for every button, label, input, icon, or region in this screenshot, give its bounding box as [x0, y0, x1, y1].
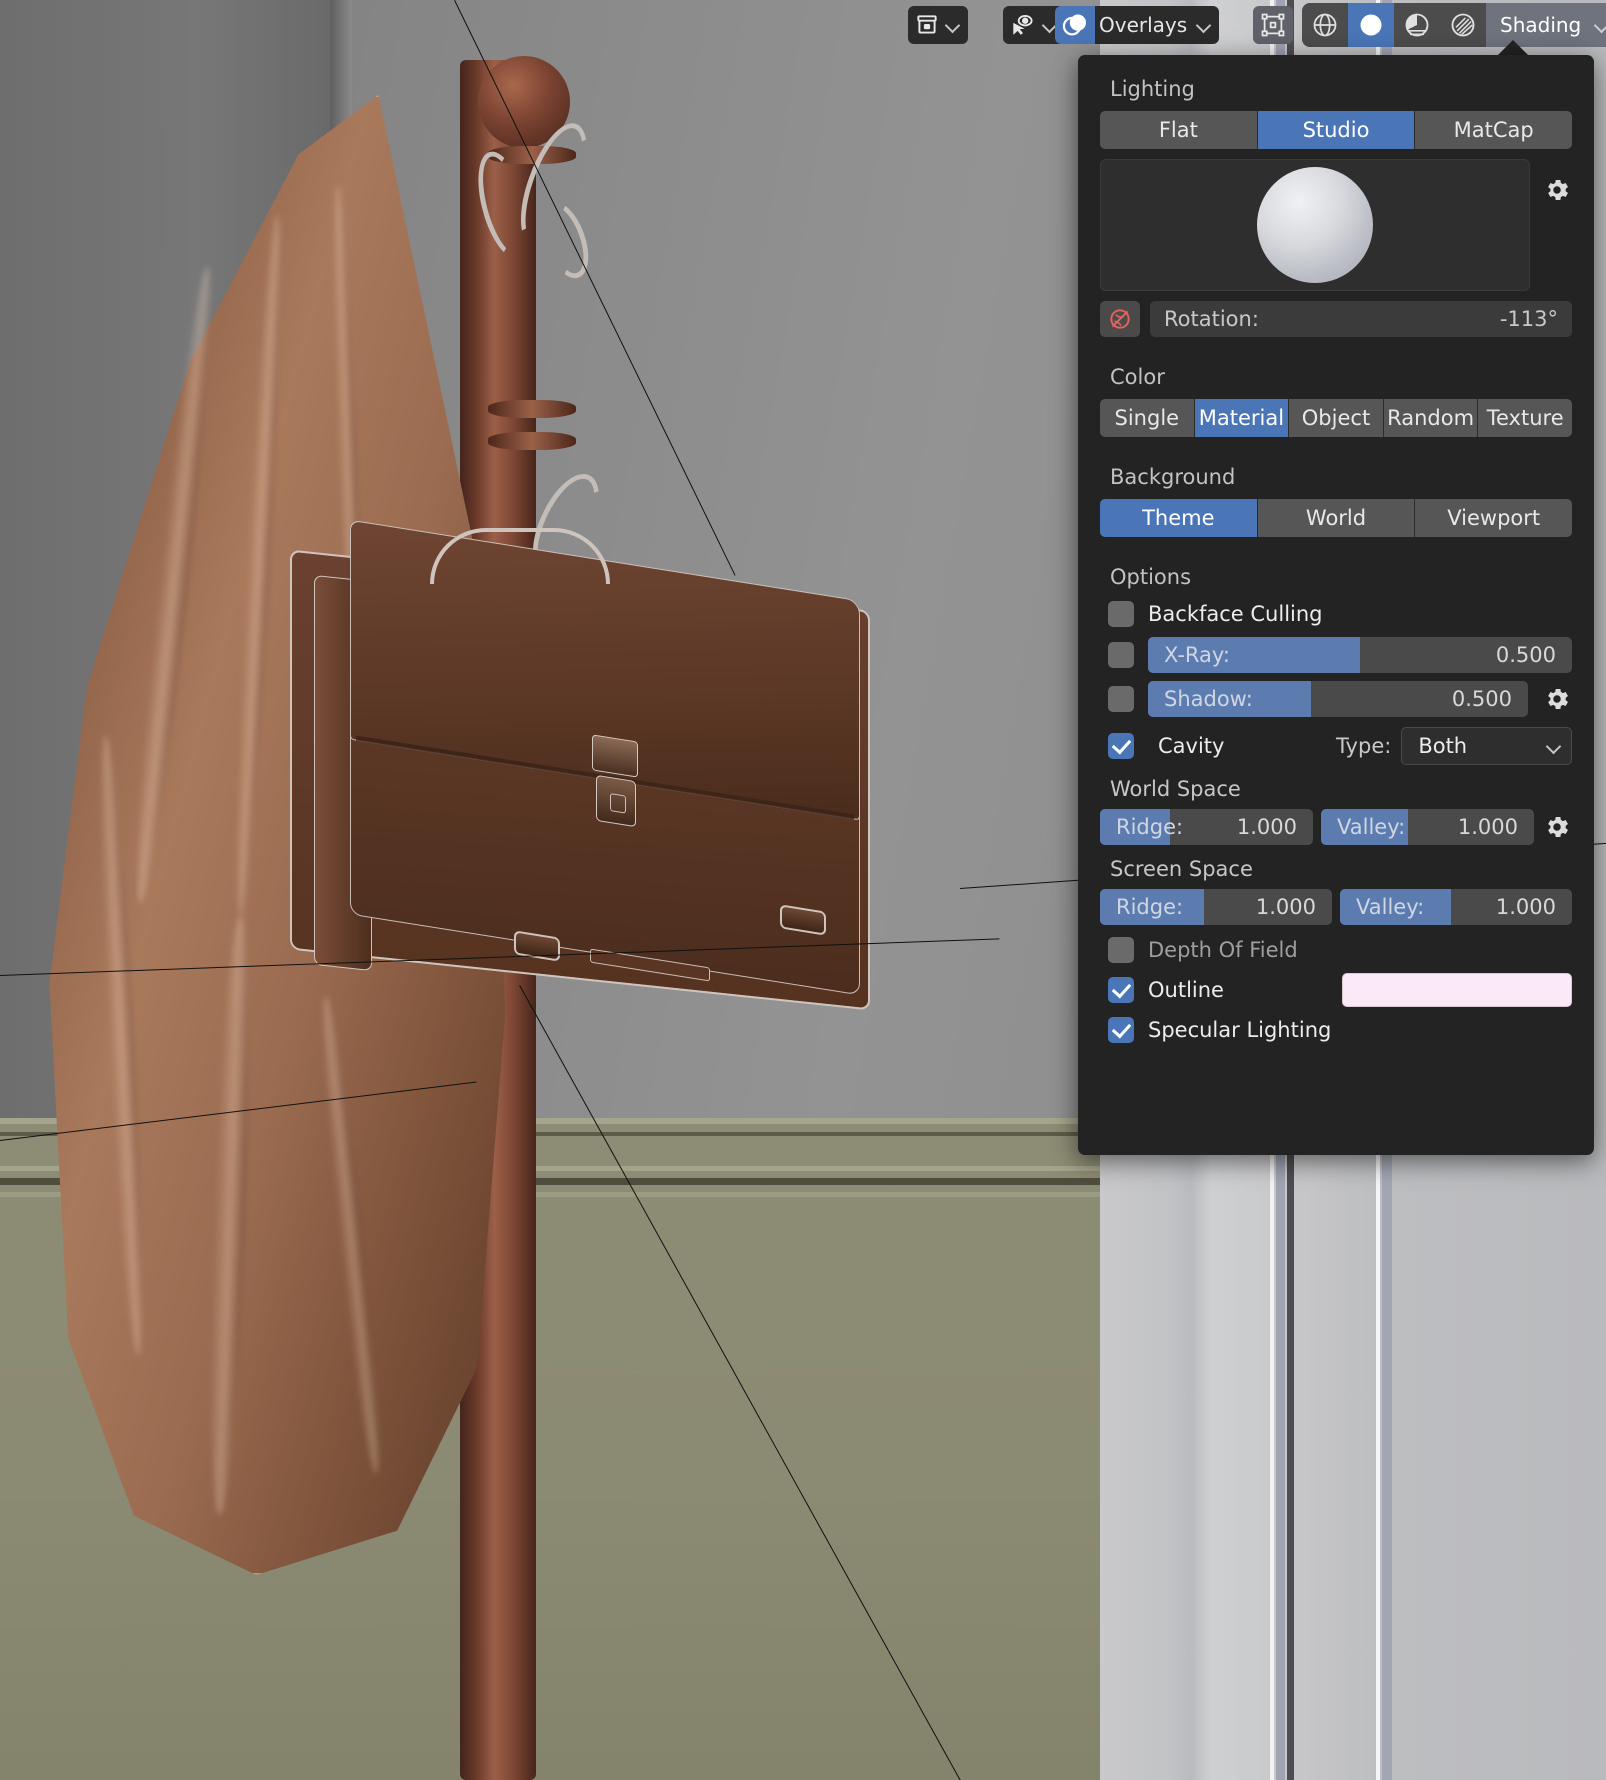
screen-space-subtitle: Screen Space	[1110, 857, 1253, 881]
screen-ridge-value: 1.000	[1255, 895, 1316, 919]
color-option-texture[interactable]: Texture	[1478, 399, 1572, 437]
color-option-random[interactable]: Random	[1383, 399, 1479, 437]
object-filter-icon[interactable]	[908, 6, 946, 44]
xray-row[interactable]: X-Ray: 0.500	[1078, 637, 1594, 673]
xray-slider[interactable]: X-Ray: 0.500	[1148, 637, 1572, 673]
rotation-field[interactable]: Rotation: -113°	[1150, 301, 1572, 337]
color-option-single[interactable]: Single	[1100, 399, 1195, 437]
shadow-checkbox[interactable]	[1108, 686, 1134, 712]
cavity-settings-gear-icon[interactable]	[1542, 812, 1572, 842]
chevron-down-icon[interactable]	[946, 18, 960, 32]
depth-of-field-checkbox[interactable]	[1108, 937, 1134, 963]
outline-checkbox[interactable]	[1108, 977, 1134, 1003]
depth-of-field-label: Depth Of Field	[1148, 938, 1298, 962]
cavity-type-dropdown[interactable]: Both	[1401, 727, 1572, 765]
briefcase[interactable]	[290, 519, 870, 1011]
studiolight-rotation-row: Rotation: -113°	[1078, 301, 1594, 337]
world-space-valley-slider[interactable]: Valley: 1.000	[1321, 809, 1534, 845]
xray-label: X-Ray:	[1164, 643, 1230, 667]
shading-mode-group: Shading	[1302, 3, 1606, 47]
screen-space-ridge-slider[interactable]: Ridge: 1.000	[1100, 889, 1332, 925]
world-ridge-label: Ridge:	[1116, 815, 1184, 839]
screen-valley-label: Valley:	[1356, 895, 1425, 919]
options-section-title: Options	[1110, 565, 1192, 589]
rotation-value: -113°	[1499, 307, 1558, 331]
lighting-option-matcap[interactable]: MatCap	[1415, 111, 1572, 149]
briefcase-handle	[430, 528, 610, 584]
shading-popover-label: Shading	[1500, 13, 1582, 37]
world-rotation-icon[interactable]	[1100, 301, 1140, 337]
world-space-row: Ridge: 1.000 Valley: 1.000	[1078, 809, 1594, 845]
specular-lighting-row[interactable]: Specular Lighting	[1078, 1017, 1594, 1043]
overlays-label: Overlays	[1099, 13, 1188, 37]
xray-value: 0.500	[1495, 643, 1556, 667]
shading-mode-material-preview[interactable]	[1394, 3, 1440, 47]
color-option-material[interactable]: Material	[1194, 399, 1290, 437]
lighting-section-title: Lighting	[1110, 77, 1195, 101]
briefcase-lock	[596, 774, 636, 828]
color-section-title: Color	[1110, 365, 1165, 389]
shading-mode-rendered[interactable]	[1440, 3, 1486, 47]
lighting-option-flat[interactable]: Flat	[1100, 111, 1258, 149]
outline-color-swatch[interactable]	[1342, 973, 1572, 1007]
shadow-row[interactable]: Shadow: 0.500	[1078, 681, 1594, 717]
shadow-value: 0.500	[1451, 687, 1512, 711]
shading-mode-wireframe[interactable]	[1302, 3, 1348, 47]
backface-culling-label: Backface Culling	[1148, 602, 1323, 626]
chevron-down-icon[interactable]	[1197, 18, 1211, 32]
object-type-visibility-button[interactable]	[908, 6, 968, 44]
shading-popover-button[interactable]: Shading	[1486, 3, 1606, 47]
overlays-group: Overlays	[1055, 6, 1220, 44]
cursor-eye-icon[interactable]	[1003, 6, 1043, 44]
world-ridge-value: 1.000	[1236, 815, 1297, 839]
cavity-row[interactable]: Cavity Type: Both	[1078, 727, 1594, 765]
chevron-down-icon[interactable]	[1547, 739, 1561, 753]
studiolight-preview[interactable]	[1100, 159, 1530, 291]
backface-culling-checkbox[interactable]	[1108, 601, 1134, 627]
cavity-label: Cavity	[1158, 734, 1225, 758]
background-mode-segmented: Theme World Viewport	[1078, 499, 1594, 537]
color-option-object[interactable]: Object	[1289, 399, 1384, 437]
screen-space-valley-slider[interactable]: Valley: 1.000	[1340, 889, 1572, 925]
world-valley-label: Valley:	[1337, 815, 1406, 839]
studiolight-row	[1078, 149, 1594, 291]
depth-of-field-row[interactable]: Depth Of Field	[1078, 937, 1594, 963]
xray-checkbox[interactable]	[1108, 642, 1134, 668]
lighting-mode-segmented: Flat Studio MatCap	[1078, 111, 1594, 149]
screen-ridge-label: Ridge:	[1116, 895, 1184, 919]
background-option-world[interactable]: World	[1257, 499, 1416, 537]
outline-row[interactable]: Outline	[1078, 973, 1594, 1007]
screen-space-row: Ridge: 1.000 Valley: 1.000	[1078, 889, 1594, 925]
world-space-ridge-slider[interactable]: Ridge: 1.000	[1100, 809, 1313, 845]
specular-lighting-checkbox[interactable]	[1108, 1017, 1134, 1043]
background-option-theme[interactable]: Theme	[1100, 499, 1258, 537]
gizmo-toggle-button[interactable]	[1253, 6, 1293, 44]
briefcase-lock-plate	[592, 734, 638, 778]
shadow-settings-gear-icon[interactable]	[1542, 684, 1572, 714]
shadow-slider[interactable]: Shadow: 0.500	[1148, 681, 1528, 717]
overlays-toggle[interactable]	[1055, 6, 1095, 44]
world-valley-value: 1.000	[1457, 815, 1518, 839]
world-space-subtitle: World Space	[1110, 777, 1241, 801]
blender-window: Overlays Shading Lighting Flat Studio Ma…	[0, 0, 1606, 1780]
cavity-type-label: Type:	[1336, 734, 1392, 758]
shadow-label: Shadow:	[1164, 687, 1253, 711]
lighting-option-studio[interactable]: Studio	[1257, 111, 1416, 149]
shading-popover-panel[interactable]: Lighting Flat Studio MatCap Rotation: -1…	[1078, 55, 1594, 1155]
outline-label: Outline	[1148, 978, 1224, 1002]
cavity-checkbox[interactable]	[1108, 733, 1134, 759]
shading-mode-solid[interactable]	[1348, 3, 1394, 47]
specular-lighting-label: Specular Lighting	[1148, 1018, 1332, 1042]
gizmo-icon[interactable]	[1253, 6, 1293, 44]
chevron-down-icon[interactable]	[1595, 18, 1606, 32]
backface-culling-row[interactable]: Backface Culling	[1078, 601, 1594, 627]
color-mode-segmented: Single Material Object Random Texture	[1078, 399, 1594, 437]
lighting-settings-gear-icon[interactable]	[1542, 175, 1572, 205]
studio-sphere-preview	[1257, 167, 1373, 283]
screen-valley-value: 1.000	[1495, 895, 1556, 919]
cavity-type-value: Both	[1418, 734, 1468, 758]
rotation-label: Rotation:	[1164, 307, 1259, 331]
background-section-title: Background	[1110, 465, 1236, 489]
background-option-viewport[interactable]: Viewport	[1415, 499, 1572, 537]
